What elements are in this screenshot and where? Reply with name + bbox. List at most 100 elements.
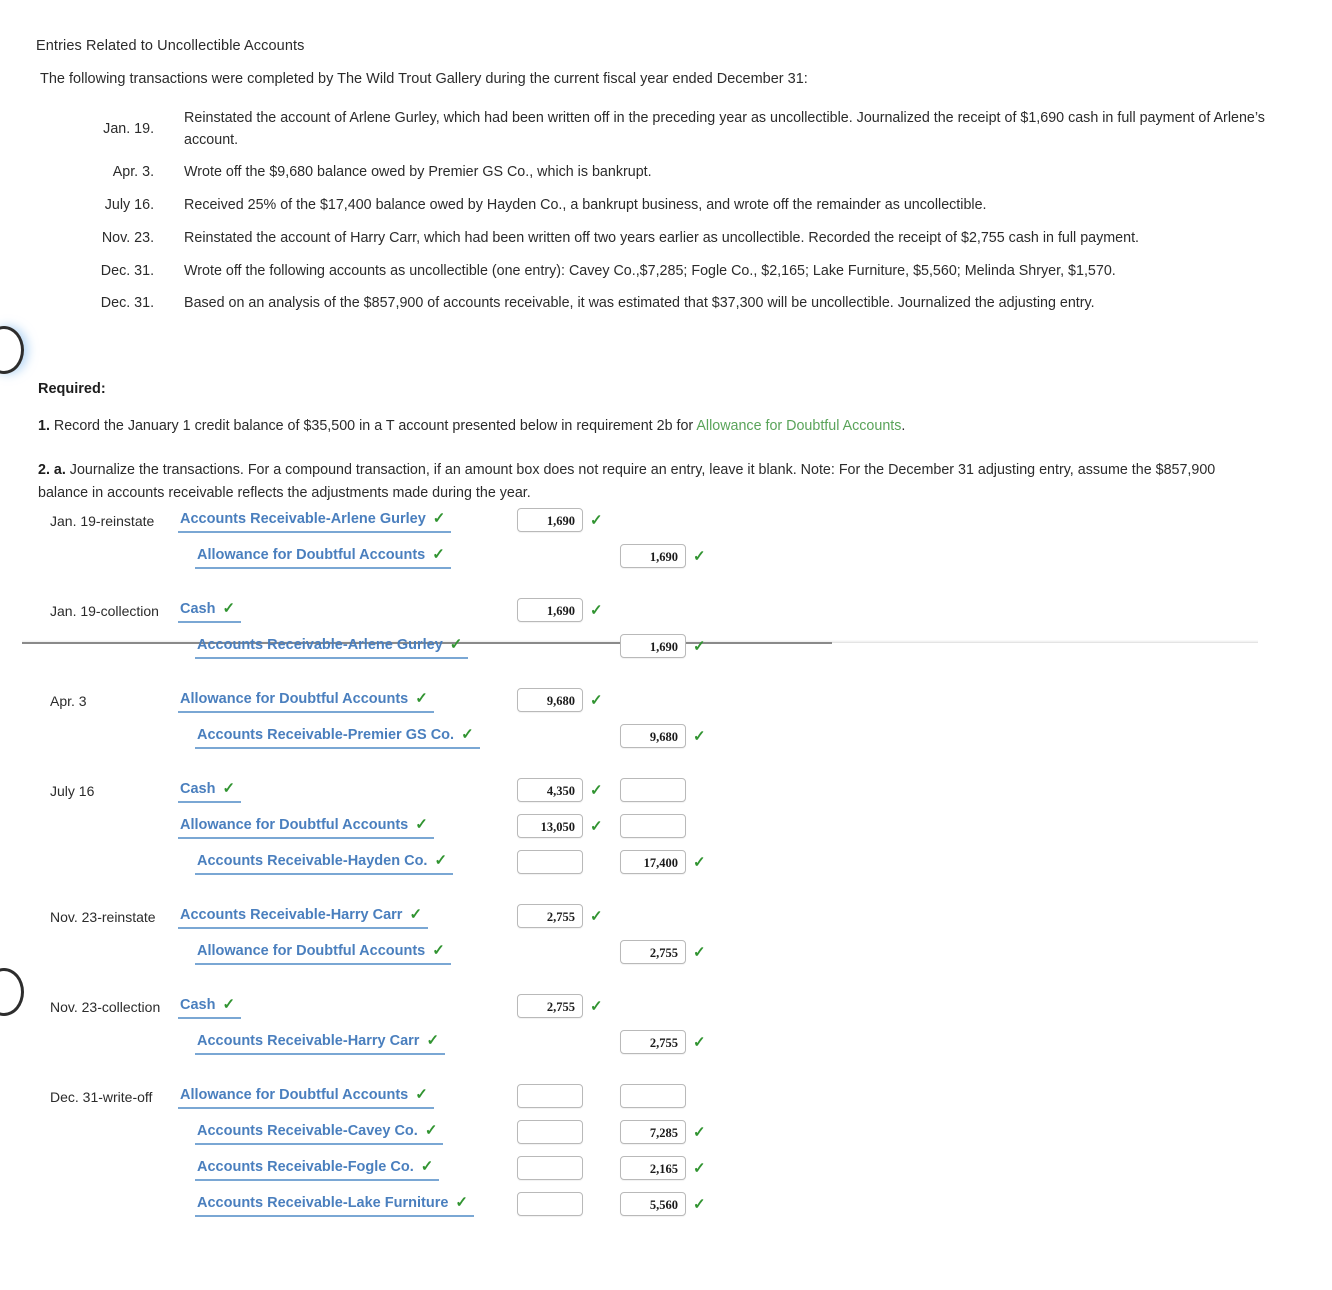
allowance-account-link[interactable]: Allowance for Doubtful Accounts — [696, 418, 901, 434]
journal-entry-date: Nov. 23-reinstate — [50, 909, 156, 925]
check-icon: ✓ — [590, 818, 603, 835]
account-select[interactable]: Accounts Receivable-Harry Carr ✓ — [178, 905, 429, 929]
requirement-1-text-before: Record the January 1 credit balance of $… — [49, 418, 697, 434]
account-select[interactable]: Allowance for Doubtful Accounts ✓ — [178, 689, 434, 713]
requirement-1: 1. Record the January 1 credit balance o… — [38, 418, 905, 434]
journal-entry-row: Nov. 23-reinstate Accounts Receivable-Har… — [0, 901, 1332, 937]
journal-entry-date: July 16 — [50, 783, 95, 799]
credit-amount-input[interactable]: 2,755 — [620, 1030, 686, 1054]
debit-amount-input[interactable] — [517, 1156, 583, 1180]
transaction-description: Wrote off the $9,680 balance owed by Pre… — [184, 164, 652, 181]
account-select[interactable]: Accounts Receivable-Arlene Gurley ✓ — [195, 635, 469, 659]
account-select[interactable]: Accounts Receivable-Fogle Co. ✓ — [195, 1157, 440, 1181]
credit-amount-input[interactable] — [620, 1084, 686, 1108]
account-name: Allowance for Doubtful Accounts — [180, 1087, 409, 1103]
journal-entry-date: Dec. 31-write-off — [50, 1089, 153, 1105]
journal-entry-group: Jan. 19-collection Cash ✓ 1,690 ✓ Accounts Re… — [0, 595, 1332, 667]
requirement-2-text: Journalize the transactions. For a compo… — [38, 462, 1216, 502]
journal-entry-row: Allowance for Doubtful Accounts ✓ 2,755 ✓ — [0, 937, 1332, 973]
credit-amount-input[interactable]: 7,285 — [620, 1120, 686, 1144]
credit-amount-input[interactable]: 2,755 — [620, 940, 686, 964]
transaction-description: Reinstated the account of Arlene Gurley,… — [184, 110, 1265, 148]
credit-amount-input[interactable]: 1,690 — [620, 544, 686, 568]
credit-amount-input[interactable]: 1,690 — [620, 634, 686, 658]
requirement-1-text-after: . — [901, 418, 906, 434]
transactions-body: Jan. 19. Reinstated the account of Arlene… — [40, 103, 1300, 321]
credit-amount-input[interactable]: 17,400 — [620, 850, 686, 874]
debit-amount-input[interactable] — [517, 1192, 583, 1216]
debit-amount-input[interactable] — [517, 850, 583, 874]
debit-amount-input[interactable]: 4,350 — [517, 778, 583, 802]
debit-amount-input[interactable]: 13,050 — [517, 814, 583, 838]
account-name: Accounts Receivable-Harry Carr — [197, 1033, 420, 1049]
account-name: Accounts Receivable-Lake Furniture — [197, 1195, 449, 1211]
journal-entry-row: Nov. 23-collection Cash ✓ 2,755 ✓ — [0, 991, 1332, 1027]
account-name: Accounts Receivable-Arlene Gurley — [180, 511, 426, 527]
debit-amount-input[interactable]: 9,680 — [517, 688, 583, 712]
journal-entry-group: Jan. 19-reinstate Accounts Receivable-Arl… — [0, 505, 1332, 577]
transaction-description: Reinstated the account of Harry Carr, wh… — [184, 229, 1140, 246]
journal-entry-row: Accounts Receivable-Lake Furniture ✓ 5,560… — [0, 1189, 1332, 1225]
account-name: Accounts Receivable-Harry Carr — [180, 907, 403, 923]
journal-entry-date: Apr. 3 — [50, 693, 87, 709]
account-select[interactable]: Accounts Receivable-Arlene Gurley ✓ — [178, 509, 452, 533]
account-select[interactable]: Accounts Receivable-Lake Furniture ✓ — [195, 1193, 474, 1217]
account-name: Cash — [180, 997, 216, 1013]
debit-amount-input[interactable]: 1,690 — [517, 508, 583, 532]
credit-amount-input[interactable]: 9,680 — [620, 724, 686, 748]
account-select[interactable]: Accounts Receivable-Hayden Co. ✓ — [195, 851, 454, 875]
journal-entry-row: Apr. 3 Allowance for Doubtful Accounts ✓ 9,… — [0, 685, 1332, 721]
account-name: Allowance for Doubtful Accounts — [197, 943, 426, 959]
account-select[interactable]: Cash ✓ — [178, 995, 242, 1019]
check-icon: ✓ — [409, 906, 423, 923]
account-select[interactable]: Cash ✓ — [178, 599, 242, 623]
check-icon: ✓ — [693, 1160, 706, 1177]
account-name: Accounts Receivable-Hayden Co. — [197, 853, 428, 869]
check-icon: ✓ — [426, 1032, 440, 1049]
check-icon: ✓ — [449, 636, 463, 653]
debit-amount-input[interactable]: 2,755 — [517, 904, 583, 928]
transaction-row: Dec. 31. Wrote off the following accounts… — [40, 256, 1300, 289]
account-select[interactable]: Accounts Receivable-Harry Carr ✓ — [195, 1031, 446, 1055]
check-icon: ✓ — [424, 1122, 438, 1139]
journal-entry-form: Jan. 19-reinstate Accounts Receivable-Arl… — [0, 505, 1332, 1225]
check-icon: ✓ — [590, 908, 603, 925]
debit-amount-input[interactable] — [517, 1084, 583, 1108]
transaction-row: Nov. 23. Reinstated the account of Harry … — [40, 223, 1300, 256]
transaction-date: Jan. 19. — [103, 120, 155, 137]
debit-amount-input[interactable]: 1,690 — [517, 598, 583, 622]
credit-amount-input[interactable]: 2,165 — [620, 1156, 686, 1180]
credit-amount-input[interactable] — [620, 778, 686, 802]
check-icon: ✓ — [693, 638, 706, 655]
account-select[interactable]: Allowance for Doubtful Accounts ✓ — [195, 941, 451, 965]
check-icon: ✓ — [590, 602, 603, 619]
credit-amount-input[interactable]: 5,560 — [620, 1192, 686, 1216]
account-select[interactable]: Allowance for Doubtful Accounts ✓ — [178, 1085, 434, 1109]
check-icon: ✓ — [455, 1194, 468, 1211]
account-select[interactable]: Allowance for Doubtful Accounts ✓ — [178, 815, 434, 839]
debit-amount-input[interactable]: 2,755 — [517, 994, 583, 1018]
account-select[interactable]: Allowance for Doubtful Accounts ✓ — [195, 545, 451, 569]
account-select[interactable]: Accounts Receivable-Cavey Co. ✓ — [195, 1121, 444, 1145]
check-icon: ✓ — [693, 548, 706, 565]
required-label: Required: — [38, 381, 106, 397]
credit-amount-input[interactable] — [620, 814, 686, 838]
journal-group-spacer — [0, 577, 1332, 595]
transaction-row: Dec. 31. Based on an analysis of the $857… — [40, 288, 1300, 321]
account-select[interactable]: Accounts Receivable-Premier GS Co. ✓ — [195, 725, 480, 749]
check-icon: ✓ — [693, 1034, 706, 1051]
check-icon: ✓ — [693, 854, 706, 871]
journal-group-spacer — [0, 883, 1332, 901]
journal-entry-row: Accounts Receivable-Harry Carr ✓ 2,755 ✓ — [0, 1027, 1332, 1063]
check-icon: ✓ — [590, 998, 603, 1015]
account-select[interactable]: Cash ✓ — [178, 779, 242, 803]
check-icon: ✓ — [415, 690, 428, 707]
transaction-date: Apr. 3. — [112, 164, 155, 181]
page-title: Entries Related to Uncollectible Account… — [36, 38, 305, 54]
check-icon: ✓ — [590, 782, 603, 799]
check-icon: ✓ — [693, 1124, 706, 1141]
check-icon: ✓ — [432, 546, 445, 563]
account-name: Accounts Receivable-Arlene Gurley — [197, 637, 443, 653]
check-icon: ✓ — [693, 1196, 706, 1213]
debit-amount-input[interactable] — [517, 1120, 583, 1144]
